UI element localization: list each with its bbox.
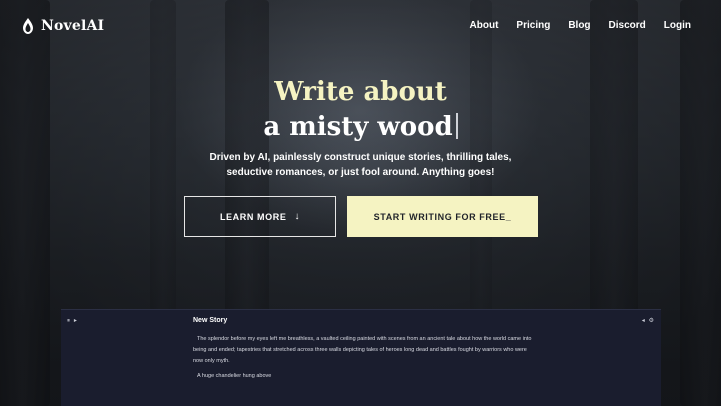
hero-title-line-2: a misty wood <box>0 111 721 143</box>
hero-subtitle-line-2: seductive romances, or just fool around.… <box>226 167 495 178</box>
nav-link-pricing[interactable]: Pricing <box>516 20 550 31</box>
logo-text: NovelAI <box>41 18 105 34</box>
arrow-down-icon: ↓ <box>294 211 301 222</box>
quill-flame-icon <box>23 18 33 34</box>
start-writing-label: START WRITING FOR FREE_ <box>373 211 512 222</box>
site-header: NovelAI About Pricing Blog Discord Login <box>0 0 721 54</box>
nav-link-login[interactable]: Login <box>664 20 691 31</box>
logo[interactable]: NovelAI <box>22 18 104 34</box>
hero-subtitle: Driven by AI, painlessly construct uniqu… <box>180 150 541 180</box>
start-writing-button[interactable]: START WRITING FOR FREE_ <box>347 196 538 237</box>
nav-link-discord[interactable]: Discord <box>609 20 646 31</box>
nav-link-blog[interactable]: Blog <box>568 20 590 31</box>
text-caret <box>455 113 458 139</box>
story-paragraph-2: A huge chandelier hung above <box>197 373 272 379</box>
story-paragraph-1: The splendor before my eyes left me brea… <box>193 336 532 364</box>
hero-subtitle-line-1: Driven by AI, painlessly construct uniqu… <box>209 152 512 163</box>
main-nav: About Pricing Blog Discord Login <box>470 20 691 31</box>
hero-title-line-1: Write about <box>0 76 721 108</box>
hero-title-line-1-text: Write about <box>274 77 447 107</box>
nav-link-about[interactable]: About <box>470 20 499 31</box>
editor-preview: ⏸ ▸ New Story ◂ ⚙ The splendor before my… <box>61 309 661 406</box>
story-title: New Story <box>193 317 228 324</box>
learn-more-button[interactable]: LEARN MORE ↓ <box>184 196 336 237</box>
editor-left-controls[interactable]: ⏸ ▸ <box>67 317 78 325</box>
hero-title-line-2-text: a misty wood <box>263 112 453 142</box>
editor-right-controls[interactable]: ◂ ⚙ <box>642 317 655 324</box>
learn-more-label: LEARN MORE <box>219 211 287 222</box>
